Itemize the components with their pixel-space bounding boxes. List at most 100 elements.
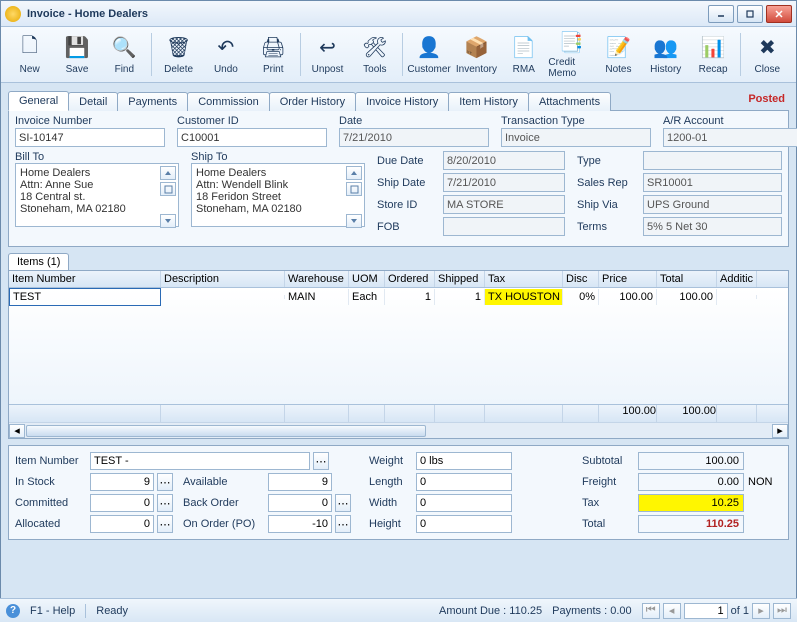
transaction-type-input[interactable] (501, 128, 651, 147)
new-button[interactable]: 🗋New (7, 29, 52, 80)
sales-rep-value[interactable]: SR10001 (643, 173, 782, 192)
col-shipped[interactable]: Shipped (435, 271, 485, 287)
ship-to-edit-button[interactable] (346, 182, 362, 196)
ship-to-up-button[interactable] (346, 166, 362, 180)
notes-button[interactable]: 📝Notes (596, 29, 641, 80)
cell-item_number[interactable]: TEST (9, 288, 161, 306)
bill-to-up-button[interactable] (160, 166, 176, 180)
tab-invoice-history[interactable]: Invoice History (355, 92, 449, 111)
recap-button[interactable]: 📊Recap (690, 29, 735, 80)
item-number-lookup[interactable]: ⋯ (313, 452, 329, 470)
date-input[interactable] (339, 128, 489, 147)
cell-shipped[interactable]: 1 (435, 289, 485, 305)
tab-general[interactable]: General (8, 91, 69, 111)
col-disc[interactable]: Disc (563, 271, 599, 287)
committed-dv[interactable] (90, 494, 154, 512)
help-text[interactable]: F1 - Help (30, 605, 75, 617)
back-order-dv[interactable] (268, 494, 332, 512)
type-value[interactable] (643, 151, 782, 170)
inventory-icon: 📦 (462, 34, 490, 62)
store-id-value[interactable]: MA STORE (443, 195, 565, 214)
ar-account-label: A/R Account (663, 115, 797, 127)
grid-row[interactable]: TESTMAINEach11TX HOUSTON0%100.00100.00 (9, 288, 788, 306)
cell-total[interactable]: 100.00 (657, 289, 717, 305)
tab-payments[interactable]: Payments (117, 92, 188, 111)
bill-to-down-button[interactable] (160, 214, 176, 228)
col-warehouse[interactable]: Warehouse (285, 271, 349, 287)
tools-button[interactable]: 🛠Tools (352, 29, 397, 80)
col-uom[interactable]: UOM (349, 271, 385, 287)
save-button[interactable]: 💾Save (54, 29, 99, 80)
col-description[interactable]: Description (161, 271, 285, 287)
col-price[interactable]: Price (599, 271, 657, 287)
item-number-dv[interactable] (90, 452, 310, 470)
minimize-button[interactable] (708, 5, 734, 23)
invoice-number-input[interactable] (15, 128, 165, 147)
history-button[interactable]: 👥History (643, 29, 688, 80)
close-window-button[interactable] (766, 5, 792, 23)
find-icon: 🔍 (110, 34, 138, 62)
nav-last-button[interactable]: ⏭ (773, 603, 791, 619)
scroll-left-button[interactable]: ◂ (9, 424, 25, 438)
items-tab[interactable]: Items (1) (8, 253, 69, 270)
page-input[interactable] (684, 603, 728, 619)
terms-value[interactable]: 5% 5 Net 30 (643, 217, 782, 236)
col-item-number[interactable]: Item Number (9, 271, 161, 287)
cell-ordered[interactable]: 1 (385, 289, 435, 305)
tab-attachments[interactable]: Attachments (528, 92, 611, 111)
committed-lookup[interactable]: ⋯ (157, 494, 173, 512)
fob-value[interactable] (443, 217, 565, 236)
customer-id-input[interactable] (177, 128, 327, 147)
unpost-button[interactable]: ↩Unpost (305, 29, 350, 80)
col-ordered[interactable]: Ordered (385, 271, 435, 287)
on-order-lookup[interactable]: ⋯ (335, 515, 351, 533)
nav-first-button[interactable]: ⏮ (642, 603, 660, 619)
allocated-dv[interactable] (90, 515, 154, 533)
customer-button[interactable]: 👤Customer (406, 29, 451, 80)
cell-extra[interactable] (717, 295, 757, 299)
in-stock-dv[interactable] (90, 473, 154, 491)
on-order-dv[interactable] (268, 515, 332, 533)
due-date-value[interactable]: 8/20/2010 (443, 151, 565, 170)
cell-tax[interactable]: TX HOUSTON (485, 289, 563, 305)
cell-uom[interactable]: Each (349, 289, 385, 305)
ship-to-down-button[interactable] (346, 214, 362, 228)
grid-body[interactable]: TESTMAINEach11TX HOUSTON0%100.00100.00 (9, 288, 788, 404)
scroll-right-button[interactable]: ▸ (772, 424, 788, 438)
allocated-lookup[interactable]: ⋯ (157, 515, 173, 533)
cell-description[interactable] (161, 295, 285, 299)
tab-commission[interactable]: Commission (187, 92, 270, 111)
help-icon[interactable]: ? (6, 604, 20, 618)
col-total[interactable]: Total (657, 271, 717, 287)
bill-to-address: Home Dealers Attn: Anne Sue 18 Central s… (15, 163, 179, 227)
nav-prev-button[interactable]: ◂ (663, 603, 681, 619)
col-additic[interactable]: Additic (717, 271, 757, 287)
ship-via-value[interactable]: UPS Ground (643, 195, 782, 214)
undo-button[interactable]: ↶Undo (203, 29, 248, 80)
find-button[interactable]: 🔍Find (102, 29, 147, 80)
bill-to-edit-button[interactable] (160, 182, 176, 196)
back-order-lookup[interactable]: ⋯ (335, 494, 351, 512)
delete-button[interactable]: 🗑Delete (156, 29, 201, 80)
cell-warehouse[interactable]: MAIN (285, 289, 349, 305)
freight-v[interactable]: 0.00 (638, 473, 744, 491)
available-dv[interactable] (268, 473, 332, 491)
col-tax[interactable]: Tax (485, 271, 563, 287)
inventory-button[interactable]: 📦Inventory (454, 29, 499, 80)
maximize-button[interactable] (737, 5, 763, 23)
grid-hscrollbar[interactable]: ◂ ▸ (9, 422, 788, 438)
ar-account-input[interactable] (663, 128, 797, 147)
scroll-thumb[interactable] (26, 425, 426, 437)
tab-item-history[interactable]: Item History (448, 92, 529, 111)
print-button[interactable]: 🖨Print (251, 29, 296, 80)
close-button[interactable]: ✖Close (745, 29, 790, 80)
cell-price[interactable]: 100.00 (599, 289, 657, 305)
tab-order-history[interactable]: Order History (269, 92, 356, 111)
ship-date-value[interactable]: 7/21/2010 (443, 173, 565, 192)
nav-next-button[interactable]: ▸ (752, 603, 770, 619)
in-stock-lookup[interactable]: ⋯ (157, 473, 173, 491)
rma-button[interactable]: 📄RMA (501, 29, 546, 80)
cell-disc[interactable]: 0% (563, 289, 599, 305)
creditmemo-button[interactable]: 📑Credit Memo (548, 29, 593, 80)
tab-detail[interactable]: Detail (68, 92, 118, 111)
